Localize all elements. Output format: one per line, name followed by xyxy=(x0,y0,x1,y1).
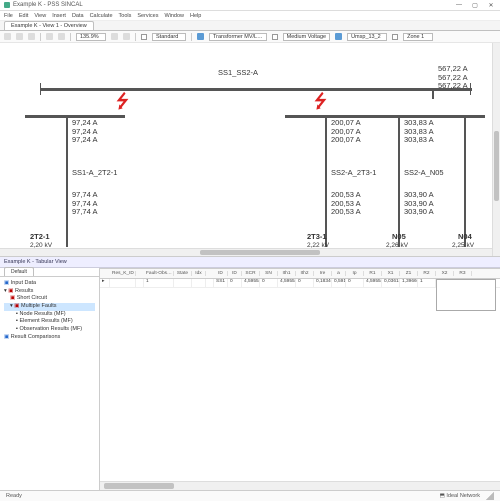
current-values-left: 97,24 A 97,24 A 97,24 A xyxy=(72,119,97,145)
new-icon[interactable] xyxy=(4,33,11,40)
col-r3[interactable]: R3 xyxy=(454,271,472,276)
tree-observation-results[interactable]: ▪ Observation Results (MF) xyxy=(4,326,95,334)
col-ith1[interactable]: Ith1 xyxy=(278,271,296,276)
menu-window[interactable]: Window xyxy=(164,13,184,19)
col-r2[interactable]: R2 xyxy=(418,271,436,276)
print-preview-thumbnail[interactable] xyxy=(436,279,496,311)
table-header[interactable]: Res_K_ID Fault-Obs… State Idx ID ID SCR … xyxy=(100,269,500,279)
menu-insert[interactable]: Insert xyxy=(52,13,66,19)
zoom-out-icon[interactable] xyxy=(123,33,130,40)
tree-results[interactable]: ▾ ▣ Results xyxy=(4,288,95,296)
branch-label-left: SS1-A_2T2-1 xyxy=(72,169,117,178)
menu-bar: File Edit View Insert Data Calculate Too… xyxy=(0,11,500,21)
menu-view[interactable]: View xyxy=(34,13,46,19)
tabular-view-title: Example K - Tabular View xyxy=(0,257,500,268)
menu-tools[interactable]: Tools xyxy=(119,13,132,19)
zoom-in-icon[interactable] xyxy=(111,33,118,40)
menu-services[interactable]: Services xyxy=(137,13,158,19)
layer-select-1[interactable]: Transformer MV/L… xyxy=(209,33,267,41)
tree-element-results[interactable]: ▪ Element Results (MF) xyxy=(4,318,95,326)
tree-short-circuit[interactable]: ▣ Short Circuit xyxy=(4,295,95,303)
undo-icon[interactable] xyxy=(46,33,53,40)
canvas-scrollbar-horizontal[interactable] xyxy=(0,248,492,256)
col-x1[interactable]: X1 xyxy=(382,271,400,276)
table-scrollbar-horizontal[interactable] xyxy=(100,481,500,490)
app-icon xyxy=(4,2,10,8)
menu-help[interactable]: Help xyxy=(190,13,201,19)
col-id2[interactable]: ID xyxy=(228,271,242,276)
current-values-left2: 97,74 A 97,74 A 97,74 A xyxy=(72,191,97,217)
layer-icon[interactable] xyxy=(197,33,204,40)
col-ip[interactable]: Ip xyxy=(346,271,364,276)
zoom-select[interactable]: 135.9% xyxy=(76,33,106,41)
col-scr[interactable]: SCR xyxy=(242,271,260,276)
col-ith2[interactable]: Ith2 xyxy=(296,271,314,276)
menu-data[interactable]: Data xyxy=(72,13,84,19)
table-body[interactable]: ▸ 1 SS1 0 4,5955451 0 4,5955451 0 0,1834… xyxy=(100,279,500,481)
tree-multiple-faults[interactable]: ▾ ▣ Multiple Faults xyxy=(4,303,95,311)
col-z1[interactable]: Z1 xyxy=(400,271,418,276)
col-a[interactable]: a xyxy=(332,271,346,276)
tree-pane[interactable]: Default ▣ Input Data ▾ ▣ Results ▣ Short… xyxy=(0,268,100,490)
resize-grip[interactable] xyxy=(486,492,494,500)
tree-tab-default[interactable]: Default xyxy=(4,267,34,276)
current-values-right2: 303,90 A 303,90 A 303,90 A xyxy=(404,191,434,217)
busbar-label: SS1_SS2-A xyxy=(218,69,258,78)
node-2t2-1: 2T2-1 xyxy=(30,233,50,242)
col-sn[interactable]: SN xyxy=(260,271,278,276)
checkbox-3[interactable] xyxy=(392,34,398,40)
checkbox-1[interactable] xyxy=(141,34,147,40)
node-n05: N05 xyxy=(392,233,406,242)
current-values-right: 303,83 A 303,83 A 303,83 A xyxy=(404,119,434,145)
status-network-mode: ⬒ Ideal Network xyxy=(440,493,480,499)
col-reskid[interactable]: Res_K_ID xyxy=(110,271,136,276)
col-ire[interactable]: Ire xyxy=(314,271,332,276)
network-diagram[interactable]: SS1_SS2-A 567,22 A 567,22 A 567,22 A ⭍ ⭍… xyxy=(0,43,500,257)
menu-calculate[interactable]: Calculate xyxy=(90,13,113,19)
status-text: Ready xyxy=(6,493,22,499)
branch-label-right: SS2-A_N05 xyxy=(404,169,444,178)
col-x2[interactable]: X2 xyxy=(436,271,454,276)
col-faultobs[interactable]: Fault-Obs… xyxy=(144,271,174,276)
branch-label-mid: SS2-A_2T3-1 xyxy=(331,169,376,178)
col-r1[interactable]: R1 xyxy=(364,271,382,276)
menu-file[interactable]: File xyxy=(4,13,13,19)
open-icon[interactable] xyxy=(16,33,23,40)
node-n04: N04 xyxy=(458,233,472,242)
layer-select-2[interactable]: Medium Voltage xyxy=(283,33,330,41)
layer-select-4[interactable]: Zone 1 xyxy=(403,33,433,41)
window-title: Example K - PSS SINCAL xyxy=(13,2,83,8)
canvas-scrollbar-vertical[interactable] xyxy=(492,43,500,256)
menu-edit[interactable]: Edit xyxy=(19,13,28,19)
document-tab[interactable]: Example K - View 1 - Overview xyxy=(4,21,94,30)
node-2t3-1: 2T3-1 xyxy=(307,233,327,242)
col-idx[interactable]: Idx xyxy=(192,271,206,276)
style-select[interactable]: Standard xyxy=(152,33,186,41)
minimize-button[interactable]: ― xyxy=(454,1,464,9)
tabular-pane: Res_K_ID Fault-Obs… State Idx ID ID SCR … xyxy=(100,268,500,490)
maximize-button[interactable]: ▢ xyxy=(470,1,480,9)
col-id1[interactable]: ID xyxy=(214,271,228,276)
col-state[interactable]: State xyxy=(174,271,192,276)
tree-result-comparisons[interactable]: ▣ Result Comparisons xyxy=(4,334,95,342)
close-button[interactable]: ✕ xyxy=(486,1,496,9)
tree-input-data[interactable]: ▣ Input Data xyxy=(4,280,95,288)
current-values-mid2: 200,53 A 200,53 A 200,53 A xyxy=(331,191,361,217)
current-values-mid: 200,07 A 200,07 A 200,07 A xyxy=(331,119,361,145)
zone-icon[interactable] xyxy=(335,33,342,40)
redo-icon[interactable] xyxy=(58,33,65,40)
current-values-top-right: 567,22 A 567,22 A 567,22 A xyxy=(438,65,468,91)
save-icon[interactable] xyxy=(28,33,35,40)
tree-node-results[interactable]: ▪ Node Results (MF) xyxy=(4,311,95,319)
checkbox-2[interactable] xyxy=(272,34,278,40)
layer-select-3[interactable]: Umsp_13_2 xyxy=(347,33,387,41)
